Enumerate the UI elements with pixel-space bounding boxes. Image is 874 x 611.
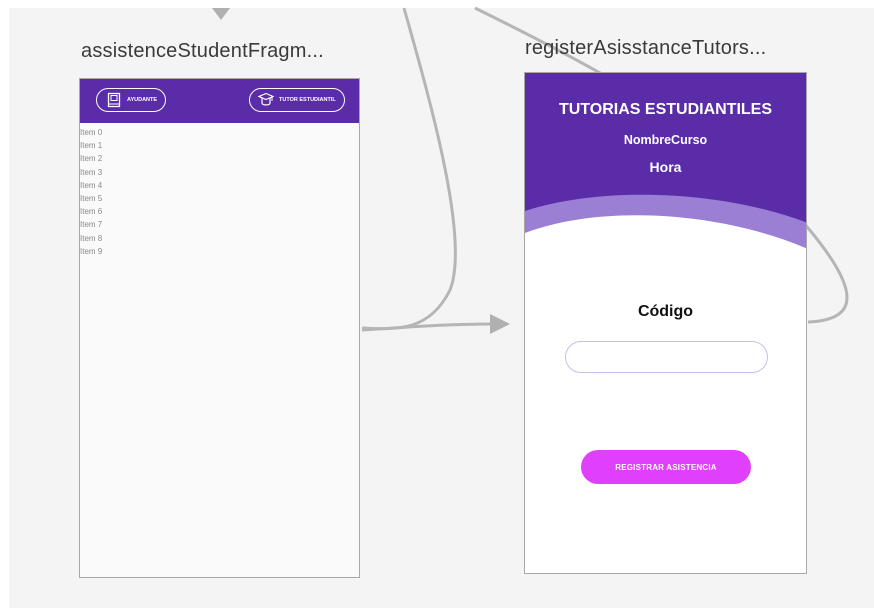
register-attendance-button[interactable]: REGISTRAR ASISTENCIA [581,450,751,484]
screen-title-register: registerAsisstanceTutors... [525,37,767,59]
graduation-cap-icon [258,92,274,106]
tutor-estudiantil-label: TUTOR ESTUDIANTIL [279,97,336,103]
list-item[interactable]: Item 7 [80,218,102,231]
ayudante-label: AYUDANTE [127,97,158,103]
list-item[interactable]: Item 0 [80,126,102,139]
list-item[interactable]: Item 8 [80,232,102,245]
course-name: NombreCurso [623,133,708,147]
list-item[interactable]: Item 9 [80,245,102,258]
list-item[interactable]: Item 1 [80,139,102,152]
list-item[interactable]: Item 6 [80,205,102,218]
list-item[interactable]: Item 3 [80,166,102,179]
hour-label: Hora [649,159,682,175]
code-label: Código [637,303,694,320]
tutor-estudiantil-button[interactable]: TUTOR ESTUDIANTIL [249,88,345,112]
list-item[interactable]: Item 5 [80,192,102,205]
list-item[interactable]: Item 2 [80,152,102,165]
top-bar: AYUDANTE TUTOR ESTUDIANTIL [80,79,359,123]
register-assistance-screen[interactable]: TUTORIAS ESTUDIANTILES NombreCurso Hora … [524,72,807,574]
assistence-student-screen[interactable]: AYUDANTE TUTOR ESTUDIANTIL Item 0 Item 1… [79,78,360,578]
item-list[interactable]: Item 0 Item 1 Item 2 Item 3 Item 4 Item … [80,126,102,258]
header-title: TUTORIAS ESTUDIANTILES [558,101,773,118]
list-item[interactable]: Item 4 [80,179,102,192]
screen-title-assistence: assistenceStudentFragm... [81,40,324,62]
ayudante-button[interactable]: AYUDANTE [96,88,166,112]
code-input[interactable] [565,341,768,373]
book-icon [107,92,121,108]
